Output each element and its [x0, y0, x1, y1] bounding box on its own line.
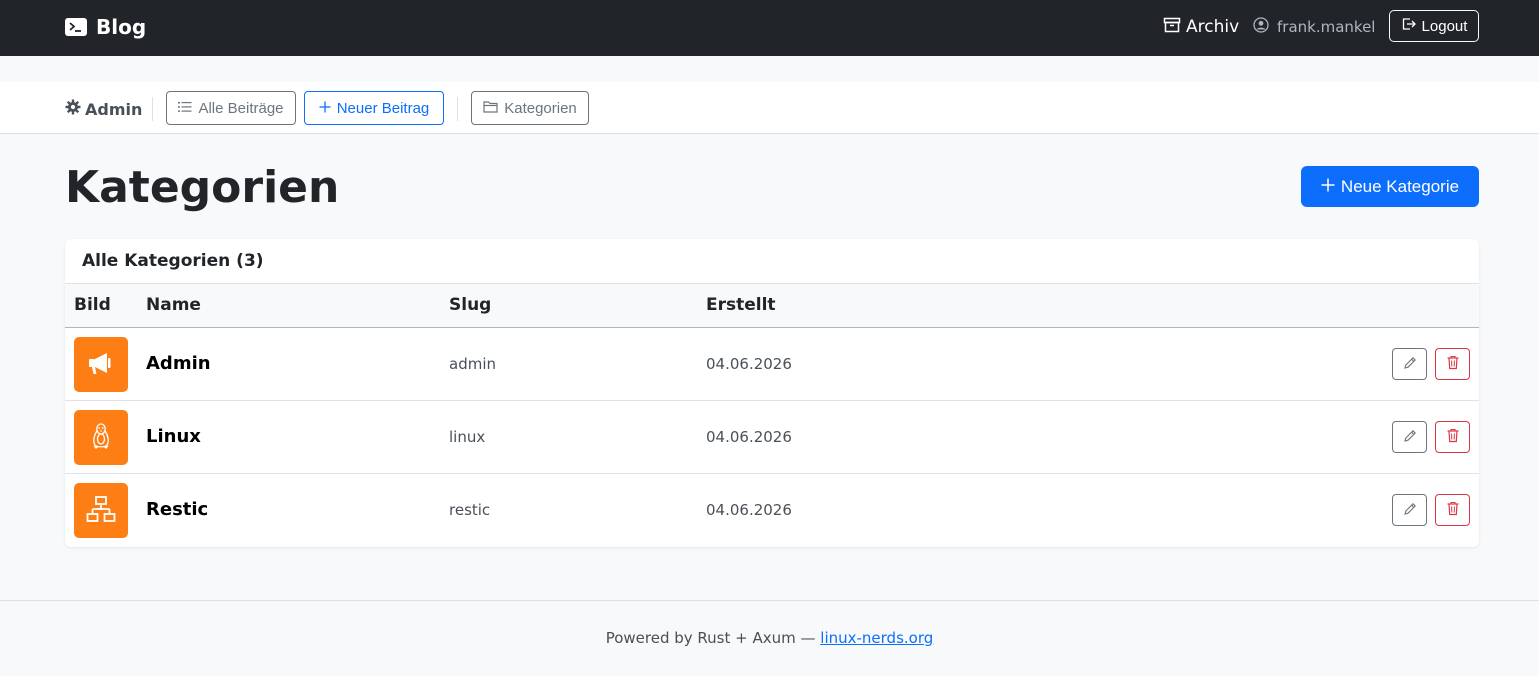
column-header-created: Erstellt [706, 295, 776, 315]
new-category-button[interactable]: Neue Kategorie [1301, 166, 1479, 207]
footer: Powered by Rust + Axum — linux-nerds.org [0, 600, 1539, 676]
category-created-date: 04.06.2026 [706, 355, 792, 373]
nav-archive-label: Archiv [1186, 17, 1240, 37]
column-header-image: Bild [74, 295, 111, 315]
categories-label: Kategorien [504, 99, 577, 117]
category-created-date: 04.06.2026 [706, 501, 792, 519]
category-created-date: 04.06.2026 [706, 428, 792, 446]
column-header-slug: Slug [449, 295, 492, 315]
delete-button[interactable] [1435, 348, 1470, 380]
plus-icon [1321, 177, 1335, 197]
table-row: Admin admin 04.06.2026 [65, 328, 1479, 401]
plus-icon [319, 100, 331, 117]
table-row: Restic restic 04.06.2026 [65, 474, 1479, 547]
category-slug: restic [449, 501, 491, 519]
delete-button[interactable] [1435, 421, 1470, 453]
category-image [74, 483, 128, 538]
delete-button[interactable] [1435, 494, 1470, 526]
trash-icon [1446, 355, 1460, 373]
folder-icon [483, 100, 498, 117]
table-row: Linux linux 04.06.2026 [65, 401, 1479, 474]
top-navbar: Blog Archiv frank.mankel Logout [0, 0, 1539, 56]
username: frank.mankel [1277, 18, 1376, 36]
logout-icon [1401, 16, 1417, 36]
category-name: Linux [146, 426, 201, 447]
all-posts-button[interactable]: Alle Beiträge [166, 91, 296, 125]
terminal-icon [65, 18, 87, 36]
new-post-button[interactable]: Neuer Beitrag [304, 91, 444, 125]
user-menu[interactable]: frank.mankel [1253, 15, 1375, 39]
admin-heading: Admin [65, 99, 142, 119]
edit-button[interactable] [1392, 421, 1427, 453]
category-name: Restic [146, 499, 209, 520]
archive-icon [1163, 16, 1181, 39]
gear-icon [65, 99, 81, 119]
user-circle-icon [1253, 17, 1269, 37]
nav-divider [152, 97, 153, 121]
new-category-label: Neue Kategorie [1340, 176, 1460, 196]
edit-button[interactable] [1392, 494, 1427, 526]
footer-prefix: Powered by Rust + Axum — [605, 629, 821, 647]
brand-link[interactable]: Blog [65, 14, 146, 40]
categories-card: Alle Kategorien (3) Bild Name Slug Erste… [65, 239, 1479, 547]
category-image [74, 410, 128, 465]
admin-label: Admin [85, 99, 143, 119]
pencil-icon [1403, 429, 1417, 446]
trash-icon [1446, 501, 1460, 519]
pencil-icon [1403, 356, 1417, 373]
all-posts-label: Alle Beiträge [198, 99, 284, 117]
nav-divider [457, 97, 458, 121]
category-image [74, 337, 128, 392]
network-icon [86, 495, 116, 527]
footer-link[interactable]: linux-nerds.org [820, 629, 933, 647]
penguin-icon [90, 422, 112, 454]
category-slug: linux [449, 428, 486, 446]
list-icon [178, 100, 192, 117]
page-title: Kategorien [65, 162, 340, 213]
edit-button[interactable] [1392, 348, 1427, 380]
table-header: Bild Name Slug Erstellt [65, 284, 1479, 328]
category-slug: admin [449, 355, 496, 373]
trash-icon [1446, 428, 1460, 446]
new-post-label: Neuer Beitrag [336, 99, 430, 117]
logout-label: Logout [1421, 17, 1468, 35]
admin-subnav: Admin Alle Beiträge Neuer Beitrag Katego… [0, 82, 1539, 134]
logout-button[interactable]: Logout [1389, 10, 1479, 42]
pencil-icon [1403, 502, 1417, 519]
brand-label: Blog [96, 15, 147, 39]
categories-button[interactable]: Kategorien [471, 91, 589, 125]
column-header-name: Name [146, 295, 201, 315]
card-header: Alle Kategorien (3) [65, 239, 1479, 284]
nav-archive-link[interactable]: Archiv [1163, 15, 1239, 39]
category-name: Admin [146, 353, 211, 374]
footer-text: Powered by Rust + Axum — linux-nerds.org [0, 629, 1539, 647]
megaphone-icon [87, 350, 115, 380]
